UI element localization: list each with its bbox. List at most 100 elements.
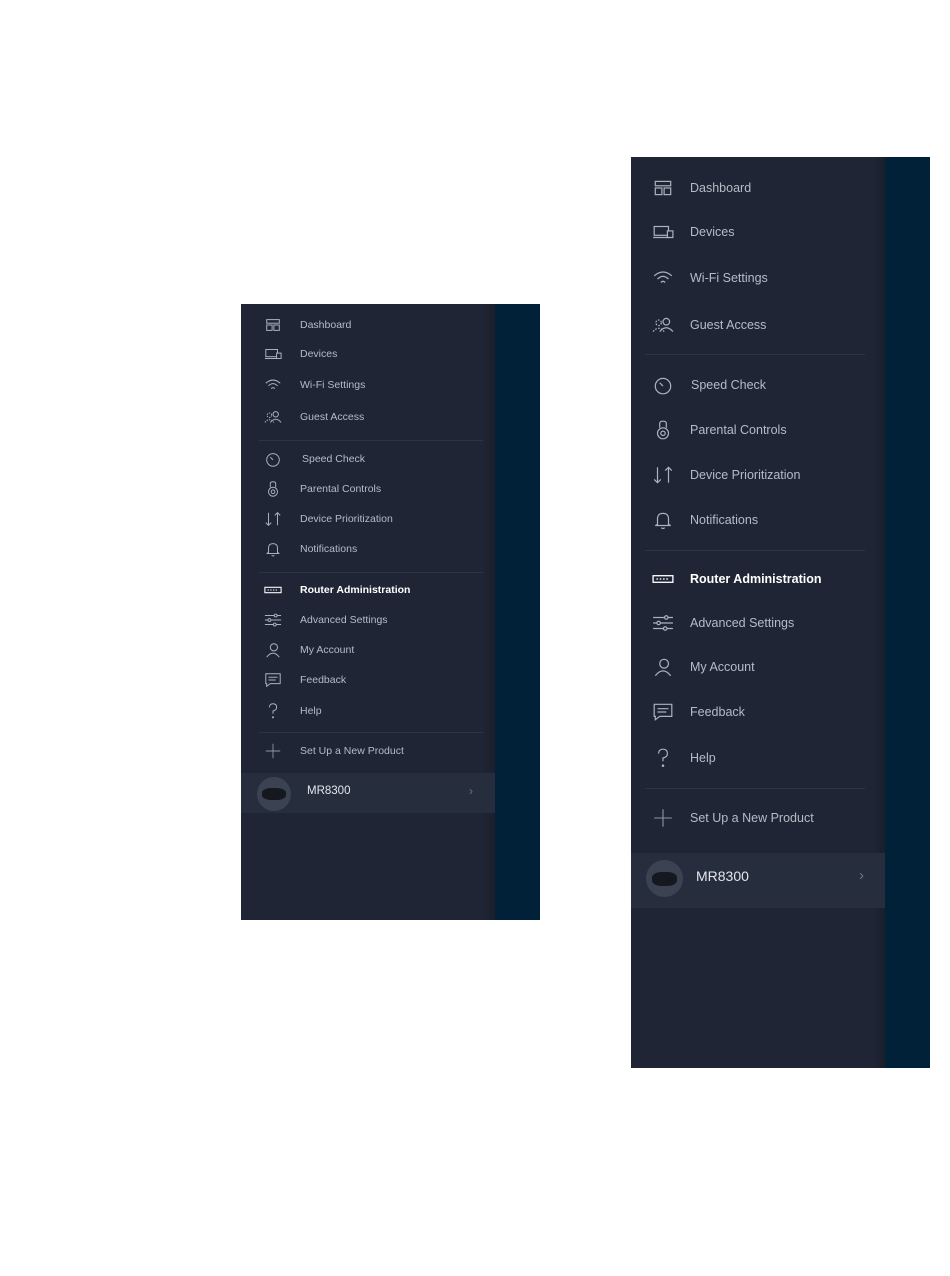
notifications-icon	[261, 535, 285, 563]
menu-item-label: Wi-Fi Settings	[300, 379, 366, 391]
chevron-right-icon: ›	[469, 784, 473, 798]
menu-item-router-administration[interactable]: Router Administration	[631, 559, 885, 599]
speed-check-icon	[261, 445, 285, 473]
nav-drawer-large: Dashboard Devices Wi-Fi Settings Guest A…	[631, 157, 930, 1068]
menu-item-my-account[interactable]: My Account	[631, 647, 885, 687]
menu-item-label: Device Prioritization	[690, 468, 801, 482]
product-row[interactable]: MR8300 ›	[241, 773, 495, 813]
menu-item-feedback[interactable]: Feedback	[631, 692, 885, 732]
dashboard-icon	[649, 168, 677, 208]
menu-item-speed-check[interactable]: Speed Check	[241, 445, 495, 473]
menu-item-label: Router Administration	[690, 572, 822, 586]
menu-item-label: Set Up a New Product	[300, 745, 404, 757]
menu-item-set-up-new-product[interactable]: Set Up a New Product	[241, 737, 495, 765]
menu-item-guest-access[interactable]: Guest Access	[241, 403, 495, 431]
menu-item-device-prioritization[interactable]: Device Prioritization	[631, 455, 885, 495]
menu-item-router-administration[interactable]: Router Administration	[241, 576, 495, 604]
menu-item-label: Devices	[300, 348, 338, 360]
wifi-icon	[649, 258, 677, 298]
menu-item-label: Dashboard	[300, 319, 352, 331]
menu-item-parental-controls[interactable]: Parental Controls	[241, 475, 495, 503]
router-device-icon	[646, 860, 683, 897]
product-row[interactable]: MR8300 ›	[631, 853, 885, 908]
menu-item-dashboard[interactable]: Dashboard	[241, 311, 495, 339]
menu-item-label: Router Administration	[300, 584, 411, 596]
menu-item-parental-controls[interactable]: Parental Controls	[631, 410, 885, 450]
menu-item-label: Guest Access	[300, 411, 365, 423]
feedback-icon	[649, 692, 677, 732]
speed-check-icon	[649, 365, 677, 405]
notifications-icon	[649, 500, 677, 540]
plus-icon	[649, 798, 677, 838]
menu-item-label: Speed Check	[691, 378, 767, 392]
menu-item-devices[interactable]: Devices	[241, 340, 495, 368]
menu-item-speed-check[interactable]: Speed Check	[631, 365, 885, 405]
parental-controls-icon	[649, 410, 677, 450]
feedback-icon	[261, 666, 285, 694]
chevron-right-icon: ›	[859, 867, 864, 884]
menu-item-label: Help	[690, 751, 716, 765]
menu-item-label: Device Prioritization	[300, 513, 393, 525]
menu-item-label: My Account	[300, 644, 355, 656]
menu-item-label: Guest Access	[690, 318, 767, 332]
router-administration-icon	[261, 576, 285, 604]
menu-item-my-account[interactable]: My Account	[241, 636, 495, 664]
menu-item-device-prioritization[interactable]: Device Prioritization	[241, 505, 495, 533]
menu-item-label: Devices	[690, 225, 735, 239]
guest-access-icon	[649, 305, 677, 345]
hamburger-strip	[885, 157, 930, 1068]
menu-item-label: Speed Check	[302, 453, 366, 465]
menu-item-label: Feedback	[690, 705, 745, 719]
menu-divider	[259, 732, 483, 733]
menu-divider	[259, 572, 483, 573]
menu-item-label: Help	[300, 705, 322, 717]
devices-icon	[261, 340, 285, 368]
menu-item-feedback[interactable]: Feedback	[241, 666, 495, 694]
product-name: MR8300	[307, 785, 351, 797]
menu-divider	[645, 788, 865, 789]
menu-item-label: Parental Controls	[690, 423, 787, 437]
menu-divider	[645, 550, 865, 551]
devices-icon	[649, 212, 677, 252]
menu-item-devices[interactable]: Devices	[631, 212, 885, 252]
menu-item-guest-access[interactable]: Guest Access	[631, 305, 885, 345]
menu-item-label: My Account	[690, 660, 755, 674]
menu-item-label: Parental Controls	[300, 483, 382, 495]
side-menu: Dashboard Devices Wi-Fi Settings Guest A…	[631, 157, 885, 1068]
plus-icon	[261, 737, 285, 765]
menu-item-label: Dashboard	[690, 181, 752, 195]
wifi-icon	[261, 371, 285, 399]
device-prioritization-icon	[649, 455, 677, 495]
product-name: MR8300	[696, 868, 749, 884]
my-account-icon	[649, 647, 677, 687]
menu-item-advanced-settings[interactable]: Advanced Settings	[631, 603, 885, 643]
dashboard-icon	[261, 311, 285, 339]
menu-item-wifi-settings[interactable]: Wi-Fi Settings	[631, 258, 885, 298]
hamburger-strip	[495, 304, 540, 920]
menu-item-label: Advanced Settings	[690, 616, 795, 630]
side-menu: Dashboard Devices Wi-Fi Settings Guest A…	[241, 304, 495, 920]
menu-item-label: Advanced Settings	[300, 614, 388, 626]
menu-item-notifications[interactable]: Notifications	[631, 500, 885, 540]
menu-item-label: Set Up a New Product	[690, 811, 814, 825]
menu-item-wifi-settings[interactable]: Wi-Fi Settings	[241, 371, 495, 399]
menu-item-advanced-settings[interactable]: Advanced Settings	[241, 606, 495, 634]
menu-divider	[259, 440, 483, 441]
my-account-icon	[261, 636, 285, 664]
menu-item-help[interactable]: Help	[631, 738, 885, 778]
parental-controls-icon	[261, 475, 285, 503]
menu-item-set-up-new-product[interactable]: Set Up a New Product	[631, 798, 885, 838]
router-device-icon	[257, 777, 291, 811]
advanced-settings-icon	[649, 603, 677, 643]
menu-item-dashboard[interactable]: Dashboard	[631, 168, 885, 208]
help-icon	[649, 738, 677, 778]
device-prioritization-icon	[261, 505, 285, 533]
menu-item-label: Notifications	[300, 543, 358, 555]
nav-drawer-small: Dashboard Devices Wi-Fi Settings Guest A…	[241, 304, 540, 920]
menu-item-notifications[interactable]: Notifications	[241, 535, 495, 563]
advanced-settings-icon	[261, 606, 285, 634]
menu-item-label: Notifications	[690, 513, 759, 527]
menu-item-help[interactable]: Help	[241, 697, 495, 725]
menu-divider	[645, 354, 865, 355]
guest-access-icon	[261, 403, 285, 431]
